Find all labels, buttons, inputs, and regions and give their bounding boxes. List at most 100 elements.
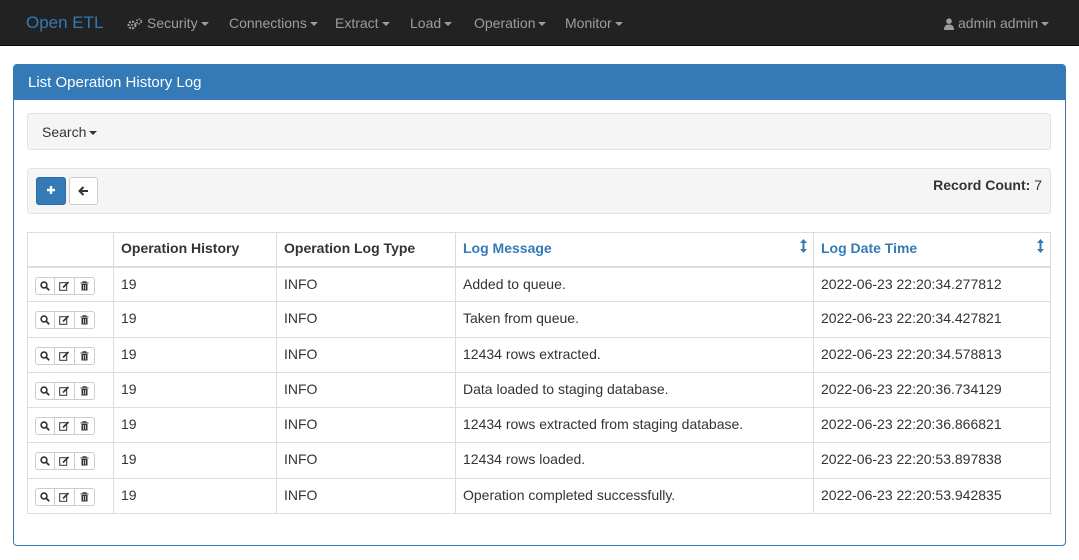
menu-connections-label: Connections [229, 15, 307, 31]
delete-button[interactable] [75, 381, 95, 400]
table-row: 19 INFO Data loaded to staging database.… [27, 371, 1051, 409]
edit-icon [59, 348, 70, 364]
header-operation-history: Operation History [113, 232, 277, 268]
header-operation-log-type: Operation Log Type [276, 232, 456, 268]
search-toggle[interactable]: Search [42, 124, 98, 140]
cell-operation-log-type: INFO [276, 336, 456, 373]
cell-operation-history: 19 [113, 265, 277, 303]
delete-button[interactable] [75, 276, 95, 295]
user-name: admin admin [958, 15, 1039, 31]
cell-operation-log-type: INFO [276, 301, 456, 338]
view-button[interactable] [35, 487, 55, 506]
record-count: Record Count: 7 [933, 177, 1042, 193]
menu-monitor[interactable]: Monitor [565, 15, 623, 31]
cell-operation-history: 19 [113, 301, 277, 338]
table-header-row: Operation History Operation Log Type Log… [27, 232, 1051, 268]
sort-icon[interactable] [1037, 239, 1044, 256]
menu-security[interactable]: Security [127, 15, 209, 33]
table-row: 19 INFO Added to queue. 2022-06-23 22:20… [27, 265, 1051, 303]
sort-icon[interactable] [800, 239, 807, 256]
menu-operation-label: Operation [474, 15, 536, 31]
arrow-left-icon [78, 183, 89, 199]
row-actions [27, 265, 114, 303]
search-label: Search [42, 124, 87, 140]
delete-button[interactable] [75, 452, 95, 471]
cell-operation-history: 19 [113, 442, 277, 479]
row-action-group [35, 276, 95, 295]
chevron-down-icon [89, 131, 98, 136]
cell-log-message: 12434 rows loaded. [455, 442, 814, 479]
row-action-group [35, 452, 95, 471]
cell-log-date-time: 2022-06-23 22:20:34.427821 [813, 301, 1051, 338]
row-action-group [35, 487, 95, 506]
edit-button[interactable] [55, 311, 75, 330]
delete-button[interactable] [75, 311, 95, 330]
edit-button[interactable] [55, 381, 75, 400]
row-actions [27, 407, 114, 444]
search-panel[interactable]: Search [27, 113, 1051, 150]
log-table: Operation History Operation Log Type Log… [27, 232, 1051, 515]
cell-log-date-time: 2022-06-23 22:20:34.578813 [813, 336, 1051, 373]
edit-button[interactable] [55, 346, 75, 365]
view-button[interactable] [35, 381, 55, 400]
cell-operation-log-type: INFO [276, 477, 456, 515]
delete-button[interactable] [75, 417, 95, 436]
header-log-message[interactable]: Log Message [455, 232, 814, 268]
chevron-down-icon [381, 22, 390, 27]
add-button[interactable] [36, 177, 66, 205]
menu-monitor-label: Monitor [565, 15, 612, 31]
cell-operation-history: 19 [113, 371, 277, 409]
brand-link[interactable]: Open ETL [26, 13, 104, 33]
delete-button[interactable] [75, 346, 95, 365]
search-icon [40, 383, 50, 399]
back-button[interactable] [69, 177, 98, 205]
edit-button[interactable] [55, 417, 75, 436]
menu-operation[interactable]: Operation [474, 15, 547, 31]
view-button[interactable] [35, 452, 55, 471]
menu-connections[interactable]: Connections [229, 15, 318, 31]
table-row: 19 INFO 12434 rows extracted from stagin… [27, 407, 1051, 444]
view-button[interactable] [35, 311, 55, 330]
header-log-message-label: Log Message [463, 240, 552, 256]
menu-extract-label: Extract [335, 15, 379, 31]
view-button[interactable] [35, 346, 55, 365]
user-menu[interactable]: admin admin [944, 15, 1050, 33]
menu-extract[interactable]: Extract [335, 15, 390, 31]
header-log-date-time[interactable]: Log Date Time [813, 232, 1051, 268]
view-button[interactable] [35, 276, 55, 295]
cell-operation-log-type: INFO [276, 407, 456, 444]
menu-security-label: Security [147, 15, 198, 31]
trash-icon [80, 453, 89, 469]
cell-log-date-time: 2022-06-23 22:20:34.277812 [813, 265, 1051, 303]
table-row: 19 INFO 12434 rows loaded. 2022-06-23 22… [27, 442, 1051, 479]
operation-history-log-panel: List Operation History Log Search Record… [13, 64, 1066, 546]
row-action-group [35, 381, 95, 400]
menu-load[interactable]: Load [410, 15, 453, 31]
cell-log-date-time: 2022-06-23 22:20:36.734129 [813, 371, 1051, 409]
header-log-date-time-label: Log Date Time [821, 240, 918, 256]
toolbar: Record Count: 7 [27, 168, 1051, 214]
edit-button[interactable] [55, 452, 75, 471]
menu-load-label: Load [410, 15, 442, 31]
search-icon [40, 348, 50, 364]
cell-log-date-time: 2022-06-23 22:20:53.897838 [813, 442, 1051, 479]
trash-icon [80, 312, 89, 328]
delete-button[interactable] [75, 487, 95, 506]
edit-button[interactable] [55, 487, 75, 506]
plus-icon [46, 182, 56, 200]
table-row: 19 INFO Taken from queue. 2022-06-23 22:… [27, 301, 1051, 338]
search-icon [40, 418, 50, 434]
top-navbar: Open ETL Security Connections Extract Lo… [0, 0, 1079, 46]
search-icon [40, 489, 50, 505]
view-button[interactable] [35, 417, 55, 436]
cell-operation-history: 19 [113, 477, 277, 515]
edit-icon [59, 312, 70, 328]
row-actions [27, 477, 114, 515]
row-actions [27, 442, 114, 479]
edit-button[interactable] [55, 276, 75, 295]
cell-log-message: 12434 rows extracted. [455, 336, 814, 373]
cell-operation-log-type: INFO [276, 442, 456, 479]
chevron-down-icon [1041, 22, 1050, 27]
cell-operation-history: 19 [113, 407, 277, 444]
cell-log-date-time: 2022-06-23 22:20:53.942835 [813, 477, 1051, 515]
